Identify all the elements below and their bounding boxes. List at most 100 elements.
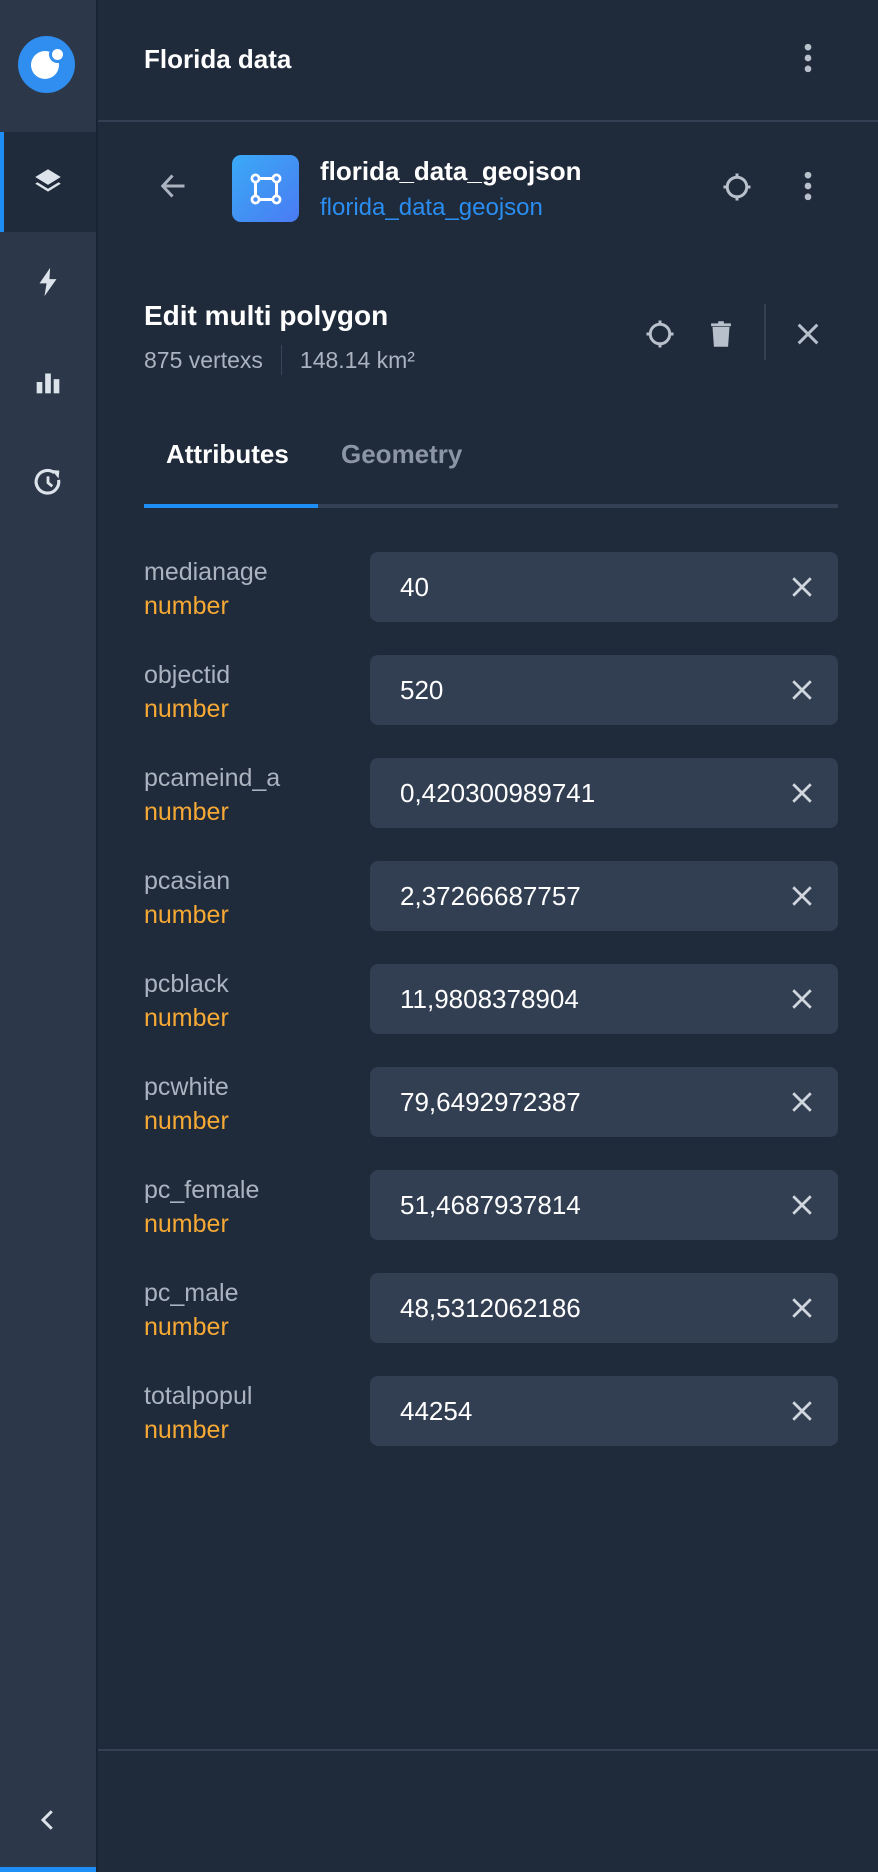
attribute-name: pcwhite	[144, 1073, 229, 1101]
attribute-type: number	[144, 1416, 229, 1444]
close-icon	[792, 1401, 812, 1421]
layer-menu-button[interactable]	[788, 166, 828, 206]
attribute-value-input[interactable]	[370, 1067, 750, 1137]
close-icon	[792, 783, 812, 803]
close-icon	[792, 680, 812, 700]
crosshair-icon	[723, 173, 751, 201]
attribute-row: pcwhite number	[98, 1067, 878, 1170]
close-icon	[797, 323, 819, 345]
bar-chart-icon	[36, 373, 60, 394]
edit-feature-header: Edit multi polygon 875 vertexs 148.14 km…	[98, 290, 878, 390]
attribute-row: pcameind_a number	[98, 758, 878, 861]
actions-divider	[764, 304, 766, 360]
header-menu-button[interactable]	[788, 38, 828, 78]
attribute-value-input[interactable]	[370, 1376, 750, 1446]
clear-value-button[interactable]	[782, 1082, 822, 1122]
attribute-name: pcameind_a	[144, 764, 281, 792]
close-icon	[792, 1092, 812, 1112]
main-panel: Florida data florida_data_geojson florid…	[98, 0, 878, 1872]
trash-icon	[711, 321, 731, 347]
clear-value-button[interactable]	[782, 1391, 822, 1431]
sidebar-item-analysis[interactable]	[0, 232, 96, 332]
attribute-value-field	[370, 1067, 838, 1137]
attribute-type: number	[144, 1107, 229, 1135]
attribute-value-field	[370, 964, 838, 1034]
feature-area: 148.14 km²	[299, 346, 415, 373]
attribute-value-field	[370, 552, 838, 622]
clear-value-button[interactable]	[782, 876, 822, 916]
attribute-type: number	[144, 1313, 229, 1341]
attribute-name: totalpopul	[144, 1382, 253, 1410]
logo-area	[0, 0, 96, 132]
polygon-icon	[250, 173, 281, 204]
clear-value-button[interactable]	[782, 1288, 822, 1328]
attribute-type: number	[144, 1004, 229, 1032]
layers-icon	[35, 169, 61, 192]
lightning-icon	[39, 267, 57, 297]
attributes-list: medianage number objectid number pcamein…	[98, 552, 878, 1479]
attribute-value-input[interactable]	[370, 552, 750, 622]
sidebar-active-indicator	[0, 1867, 96, 1872]
sidebar-item-widgets[interactable]	[0, 332, 96, 432]
chevron-left-icon	[40, 1810, 53, 1830]
close-icon	[792, 1195, 812, 1215]
attribute-value-input[interactable]	[370, 1273, 750, 1343]
attribute-name: pc_male	[144, 1279, 239, 1307]
panel-header: Florida data	[98, 0, 878, 122]
attribute-row: medianage number	[98, 552, 878, 655]
tab-attributes[interactable]: Attributes	[166, 439, 289, 470]
edit-title: Edit multi polygon	[144, 300, 389, 331]
clear-value-button[interactable]	[782, 979, 822, 1019]
more-vertical-icon	[804, 171, 812, 201]
attribute-row: objectid number	[98, 655, 878, 758]
layer-name: florida_data_geojson	[320, 156, 582, 186]
attribute-type: number	[144, 901, 229, 929]
close-icon	[792, 577, 812, 597]
attribute-value-input[interactable]	[370, 964, 750, 1034]
attribute-type: number	[144, 592, 229, 620]
back-button[interactable]	[154, 166, 194, 206]
close-icon	[792, 1298, 812, 1318]
meta-divider	[280, 345, 282, 375]
delete-feature-button[interactable]	[700, 313, 742, 355]
sidebar-item-layers[interactable]	[0, 132, 96, 232]
attribute-value-input[interactable]	[370, 1170, 750, 1240]
clear-value-button[interactable]	[782, 567, 822, 607]
clear-value-button[interactable]	[782, 670, 822, 710]
tab-active-indicator	[144, 504, 318, 508]
attribute-name: pc_female	[144, 1176, 260, 1204]
attribute-value-input[interactable]	[370, 655, 750, 725]
attribute-name: medianage	[144, 558, 268, 586]
attribute-row: pcblack number	[98, 964, 878, 1067]
attribute-type: number	[144, 695, 229, 723]
app-logo[interactable]	[18, 36, 75, 93]
tab-geometry[interactable]: Geometry	[341, 439, 462, 470]
attribute-value-input[interactable]	[370, 758, 750, 828]
close-icon	[792, 989, 812, 1009]
attribute-value-field	[370, 758, 838, 828]
zoom-to-feature-button[interactable]	[639, 313, 681, 355]
tab-bar: Attributes Geometry	[144, 425, 838, 509]
attribute-name: pcasian	[144, 867, 231, 895]
attribute-row: totalpopul number	[98, 1376, 878, 1479]
footer-divider	[98, 1749, 878, 1751]
attribute-name: objectid	[144, 661, 231, 689]
attribute-row: pcasian number	[98, 861, 878, 964]
attribute-value-field	[370, 1273, 838, 1343]
close-edit-button[interactable]	[787, 313, 829, 355]
crosshair-icon	[646, 320, 674, 348]
more-vertical-icon	[804, 43, 812, 73]
layer-row: florida_data_geojson florida_data_geojso…	[98, 124, 878, 254]
clear-value-button[interactable]	[782, 1185, 822, 1225]
page-title: Florida data	[144, 44, 292, 74]
layer-source-link[interactable]: florida_data_geojson	[320, 194, 543, 222]
history-icon	[34, 468, 61, 495]
clear-value-button[interactable]	[782, 773, 822, 813]
zoom-to-layer-button[interactable]	[716, 166, 758, 208]
attribute-value-field	[370, 655, 838, 725]
sidebar	[0, 0, 98, 1872]
collapse-sidebar-button[interactable]	[0, 1780, 96, 1860]
attribute-value-input[interactable]	[370, 861, 750, 931]
sidebar-item-history[interactable]	[0, 432, 96, 532]
attribute-type: number	[144, 1210, 229, 1238]
